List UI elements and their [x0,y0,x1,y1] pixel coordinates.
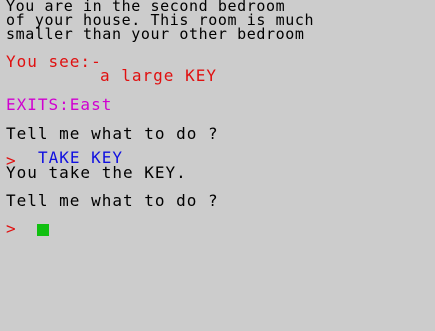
game-screen: You are in the second bedroom of your ho… [0,0,435,331]
prompt-question-2: Tell me what to do ? [6,191,219,210]
command-response: You take the KEY. [6,163,187,182]
visible-item: a large KEY [100,66,217,85]
room-description-line-3: smaller than your other bedroom [6,25,305,43]
prompt-question: Tell me what to do ? [6,124,219,143]
you-see-label: You see:- [6,52,102,71]
input-cursor[interactable] [37,224,49,236]
input-prompt-symbol: > [6,219,17,238]
exits-line: EXITS:East [6,95,113,114]
